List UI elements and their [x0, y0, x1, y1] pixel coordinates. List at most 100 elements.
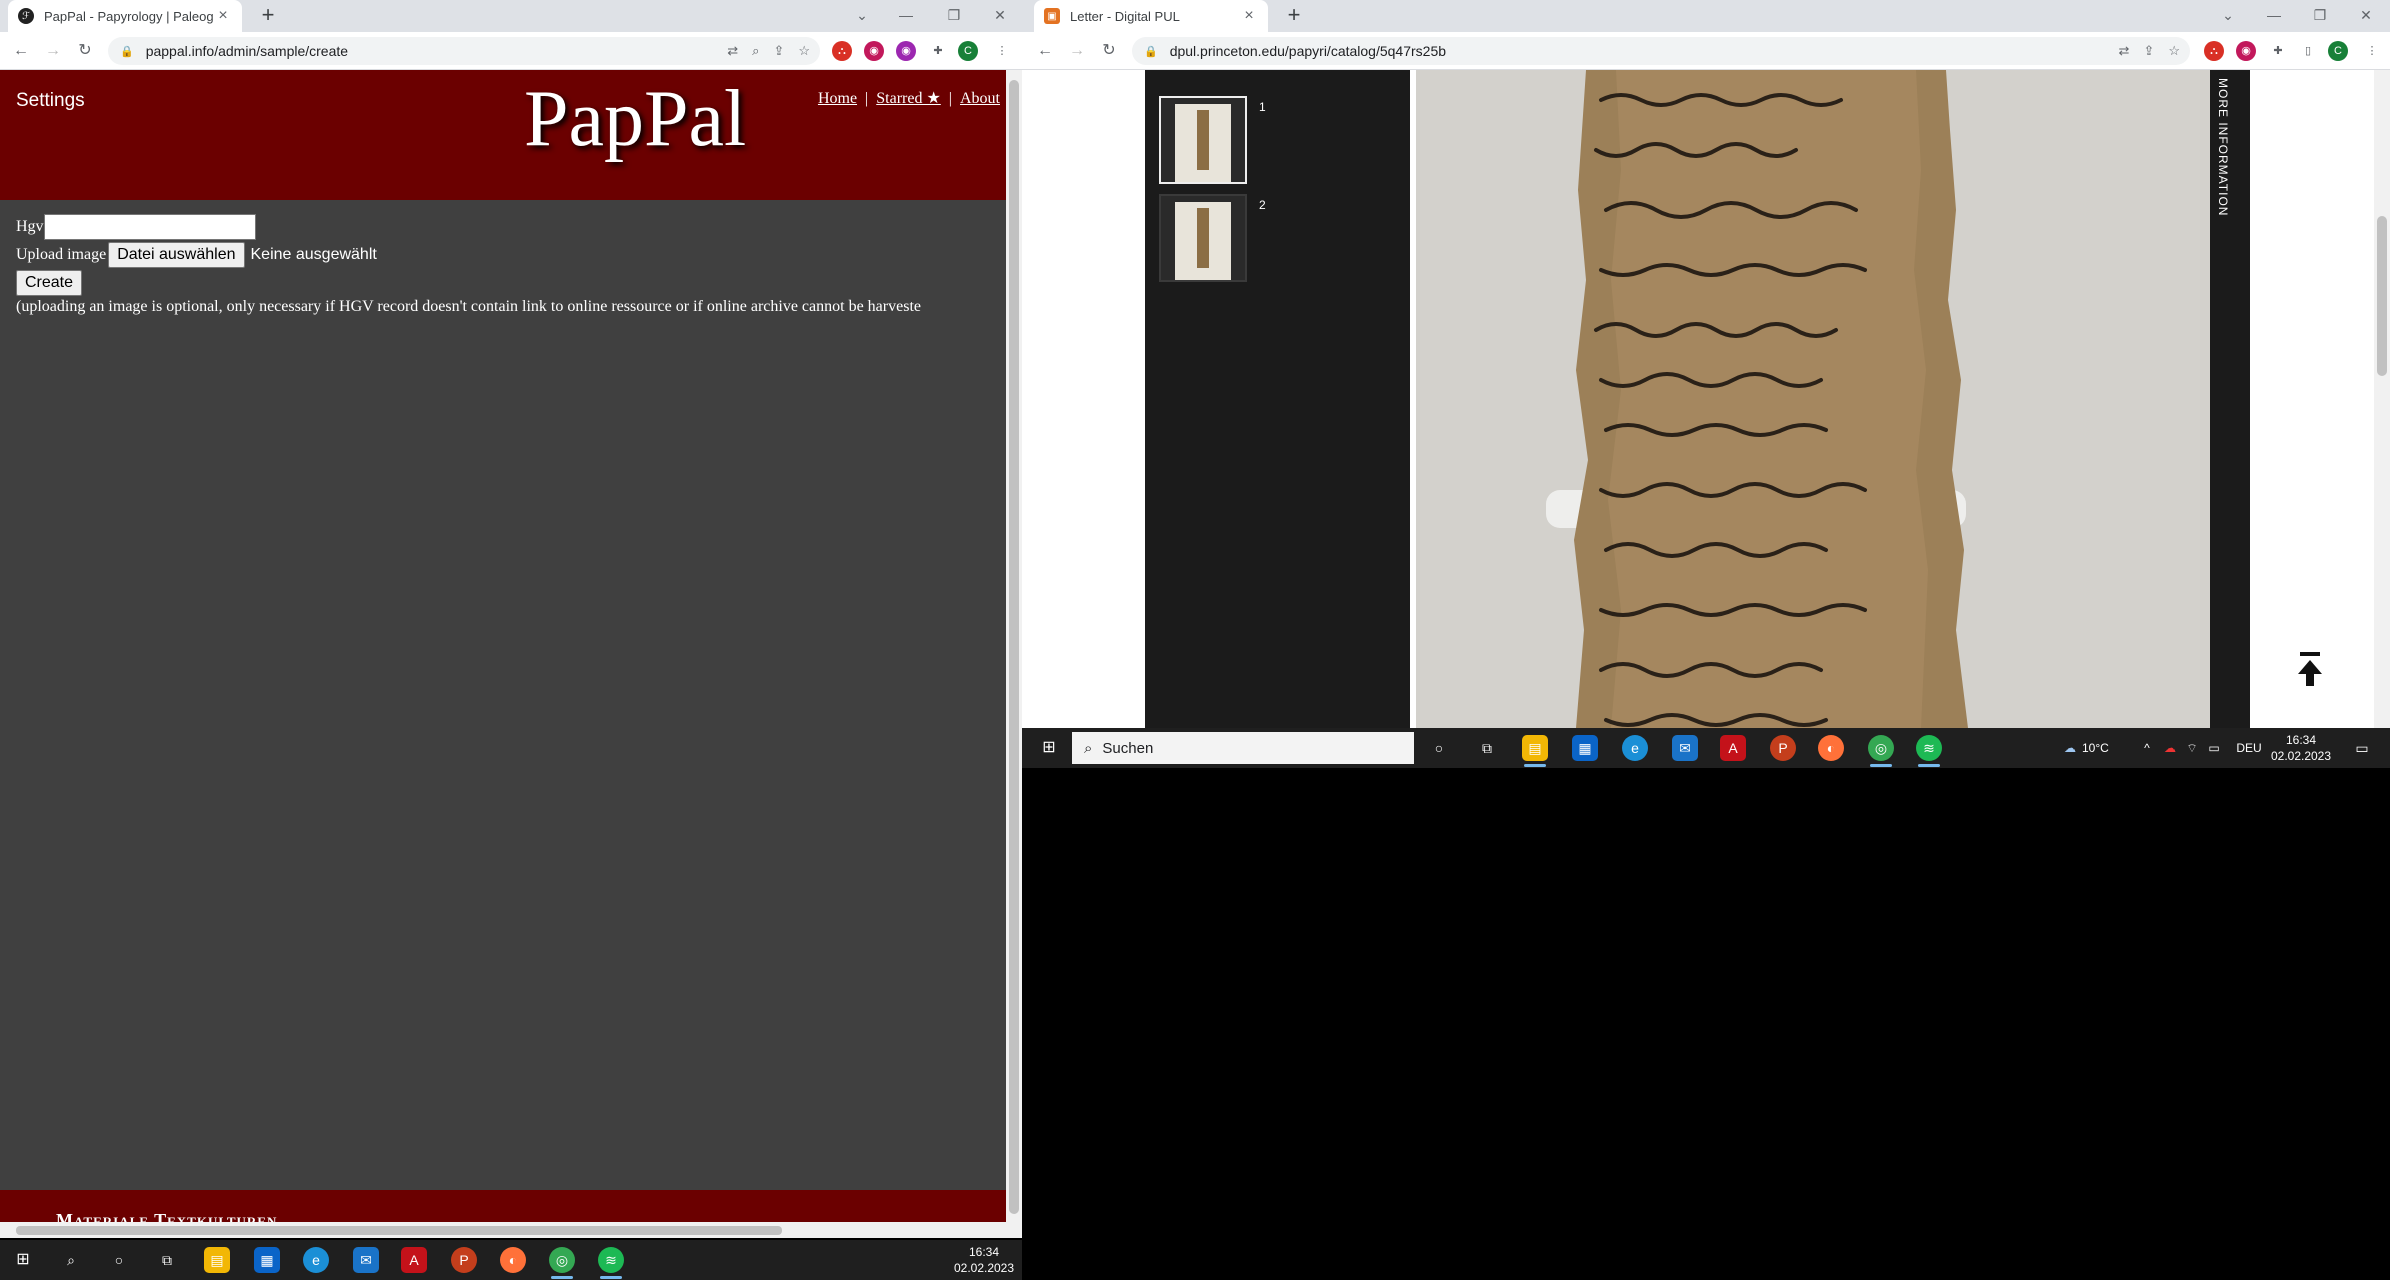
left-tab-pappal[interactable]: ℱ PapPal - Papyrology | Paleography × — [8, 0, 242, 32]
extension-red-icon[interactable]: ⛬ — [832, 41, 852, 61]
notification-icon[interactable]: ▭ — [2352, 740, 2372, 756]
vertical-scroll-thumb[interactable] — [1009, 80, 1019, 1214]
powerpoint-icon[interactable]: P — [1770, 735, 1796, 761]
close-tab-icon[interactable]: × — [214, 7, 232, 25]
extension-pink-icon[interactable]: ◉ — [864, 41, 884, 61]
thumbnail-page-1[interactable] — [1159, 96, 1247, 184]
taskbar-search[interactable]: ⌕ Suchen — [1072, 732, 1414, 764]
close-window-button[interactable]: ✕ — [980, 0, 1020, 32]
restore-button[interactable]: ❐ — [934, 0, 974, 32]
task-view-icon[interactable]: ⧉ — [154, 1247, 180, 1273]
vertical-scrollbar[interactable] — [1006, 70, 1022, 1238]
chrome-icon[interactable]: ◎ — [1868, 735, 1894, 767]
minimize-button[interactable]: — — [886, 0, 926, 32]
edge-icon[interactable]: e — [1622, 735, 1648, 761]
extension-pink-icon[interactable]: ◉ — [2236, 41, 2256, 61]
mail-icon[interactable]: ✉ — [1672, 735, 1698, 761]
cortana-icon[interactable]: ○ — [1426, 735, 1452, 761]
clock-time: 16:34 — [2285, 733, 2317, 747]
onedrive-icon[interactable]: ☁ — [2162, 740, 2178, 756]
right-tab-dpul[interactable]: ▣ Letter - Digital PUL × — [1034, 0, 1268, 32]
spotify-icon[interactable]: ≋ — [598, 1247, 624, 1279]
clock[interactable]: 16:34 02.02.2023 — [2270, 732, 2332, 764]
new-tab-button[interactable]: + — [1282, 4, 1306, 28]
profile-avatar[interactable]: C — [2328, 41, 2348, 61]
cortana-icon[interactable]: ○ — [106, 1247, 132, 1273]
horizontal-scrollbar[interactable] — [0, 1222, 1006, 1238]
forward-icon[interactable]: → — [42, 40, 64, 62]
bookmark-star-icon[interactable]: ☆ — [2168, 43, 2180, 59]
new-tab-button[interactable]: + — [256, 4, 280, 28]
translate-icon[interactable]: ⇄ — [727, 43, 738, 59]
share-icon[interactable]: ⇪ — [2143, 43, 2154, 59]
choose-file-button[interactable]: Datei auswählen — [108, 242, 245, 268]
close-window-button[interactable]: ✕ — [2346, 0, 2386, 32]
back-icon[interactable]: ← — [1034, 40, 1056, 62]
menu-kebab-icon[interactable]: ⋮ — [2362, 41, 2382, 61]
scroll-to-top-icon[interactable] — [2298, 652, 2322, 688]
extensions-puzzle-icon[interactable]: ✚ — [2268, 41, 2288, 61]
windows-start-icon[interactable]: ⊞ — [10, 1247, 36, 1273]
share-icon[interactable]: ⇪ — [773, 43, 784, 59]
network-icon[interactable]: ⌔ — [2184, 740, 2200, 756]
language-indicator[interactable]: DEU — [2234, 740, 2264, 756]
restore-button[interactable]: ❐ — [2300, 0, 2340, 32]
store-icon[interactable]: ▦ — [1572, 735, 1598, 761]
tab-search-icon[interactable]: ⌄ — [2208, 0, 2248, 32]
search-icon[interactable]: ⌕ — [58, 1247, 84, 1273]
settings-link[interactable]: Settings — [16, 90, 85, 112]
chrome-icon[interactable]: ◎ — [549, 1247, 575, 1279]
zoom-icon[interactable]: ⌕ — [752, 43, 759, 59]
forward-icon[interactable]: → — [1066, 40, 1088, 62]
nav-home[interactable]: Home — [818, 90, 857, 107]
tray-chevron-icon[interactable]: ^ — [2140, 740, 2154, 756]
horizontal-scroll-thumb[interactable] — [16, 1226, 782, 1235]
firefox-icon[interactable]: ◐ — [500, 1247, 526, 1273]
papyrus-image-viewer[interactable] — [1416, 70, 2210, 728]
nav-about[interactable]: About — [960, 90, 1000, 107]
right-vertical-scrollbar[interactable] — [2374, 70, 2390, 728]
edge-icon[interactable]: e — [303, 1247, 329, 1273]
side-panel-icon[interactable]: ▯ — [2298, 41, 2318, 61]
store-icon[interactable]: ▦ — [254, 1247, 280, 1273]
more-information-panel[interactable]: MORE INFORMATION — [2210, 70, 2250, 728]
extensions-puzzle-icon[interactable]: ✚ — [928, 41, 948, 61]
address-bar[interactable]: 🔒 pappal.info/admin/sample/create ⇄ ⌕ ⇪ … — [108, 37, 820, 65]
clock[interactable]: 16:34 02.02.2023 — [950, 1244, 1018, 1276]
minimize-button[interactable]: — — [2254, 0, 2294, 32]
address-bar[interactable]: 🔒 dpul.princeton.edu/papyri/catalog/5q47… — [1132, 37, 2190, 65]
weather-widget[interactable]: ☁ 10°C — [2064, 740, 2134, 756]
reload-icon[interactable]: ↻ — [74, 40, 96, 62]
mail-icon[interactable]: ✉ — [353, 1247, 379, 1273]
thumbnail-page-2[interactable] — [1159, 194, 1247, 282]
task-view-icon[interactable]: ⧉ — [1474, 735, 1500, 761]
dpul-favicon-icon: ▣ — [1044, 8, 1060, 24]
tab-search-icon[interactable]: ⌄ — [842, 0, 882, 32]
nav-starred[interactable]: Starred ★ — [876, 90, 941, 107]
right-toolbar: ← → ↻ 🔒 dpul.princeton.edu/papyri/catalo… — [1022, 32, 2390, 70]
back-icon[interactable]: ← — [10, 40, 32, 62]
spotify-icon[interactable]: ≋ — [1916, 735, 1942, 767]
file-explorer-icon[interactable]: ▤ — [204, 1247, 230, 1273]
profile-avatar[interactable]: C — [958, 41, 978, 61]
right-vertical-scroll-thumb[interactable] — [2377, 216, 2387, 376]
extension-magenta-icon[interactable]: ◉ — [896, 41, 916, 61]
bookmark-star-icon[interactable]: ☆ — [798, 43, 810, 59]
create-button[interactable]: Create — [16, 270, 83, 296]
tab-title: PapPal - Papyrology | Paleography — [44, 8, 214, 24]
windows-start-icon[interactable]: ⊞ — [1036, 735, 1062, 761]
acrobat-icon[interactable]: A — [1720, 735, 1746, 761]
menu-kebab-icon[interactable]: ⋮ — [992, 41, 1012, 61]
file-explorer-icon[interactable]: ▤ — [1522, 735, 1548, 767]
acrobat-icon[interactable]: A — [401, 1247, 427, 1273]
extension-red-icon[interactable]: ⛬ — [2204, 41, 2224, 61]
powerpoint-icon[interactable]: P — [451, 1247, 477, 1273]
translate-icon[interactable]: ⇄ — [2119, 43, 2130, 59]
close-tab-icon[interactable]: × — [1240, 7, 1258, 25]
battery-icon[interactable]: ▭ — [2206, 740, 2222, 756]
firefox-icon[interactable]: ◐ — [1818, 735, 1844, 761]
reload-icon[interactable]: ↻ — [1098, 40, 1120, 62]
thumbnail-number: 1 — [1259, 100, 1266, 114]
hgv-input[interactable] — [43, 214, 256, 240]
upload-note: (uploading an image is optional, only ne… — [16, 298, 921, 315]
